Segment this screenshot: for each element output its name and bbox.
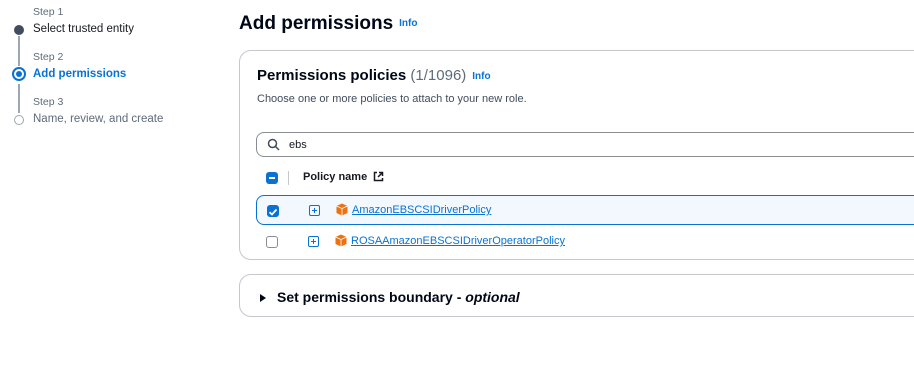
page-title: Add permissions Info — [239, 13, 417, 35]
step-title: Add permissions — [33, 68, 127, 80]
step-pending-icon — [14, 115, 24, 125]
select-all-checkbox[interactable] — [266, 172, 278, 184]
policies-description: Choose one or more policies to attach to… — [257, 93, 527, 105]
step-2: Step 2 Add permissions — [11, 51, 211, 96]
expand-icon[interactable] — [308, 236, 319, 247]
external-link-icon — [374, 171, 384, 182]
column-header-label: Policy name — [303, 171, 368, 183]
step-3: Step 3 Name, review, and create — [11, 96, 211, 141]
expand-icon[interactable] — [309, 205, 320, 216]
page-title-text: Add permissions — [239, 13, 394, 34]
row-checkbox[interactable] — [266, 236, 278, 248]
aws-policy-cube-icon — [335, 234, 347, 247]
table-header: Policy name — [256, 168, 914, 188]
search-icon — [267, 138, 280, 151]
row-checkbox[interactable] — [267, 205, 279, 217]
policy-name-link[interactable]: AmazonEBSCSIDriverPolicy — [352, 204, 491, 216]
step-1[interactable]: Step 1 Select trusted entity — [11, 6, 211, 51]
step-complete-icon — [14, 25, 24, 35]
table-row[interactable]: AmazonEBSCSIDriverPolicy — [256, 195, 914, 225]
page-info-link[interactable]: Info — [399, 18, 417, 29]
boundary-optional-text: optional — [465, 289, 520, 305]
search-input[interactable] — [287, 136, 891, 154]
table-row[interactable]: ROSAAmazonEBSCSIDriverOperatorPolicy — [256, 227, 914, 257]
wizard-steps: Step 1 Select trusted entity Step 2 Add … — [11, 6, 211, 141]
aws-policy-cube-icon — [336, 203, 348, 216]
permissions-boundary-expander[interactable]: Set permissions boundary - optional — [239, 274, 914, 317]
policy-name-link[interactable]: ROSAAmazonEBSCSIDriverOperatorPolicy — [351, 235, 565, 247]
step-number: Step 2 — [33, 51, 64, 63]
policy-search[interactable] — [256, 132, 914, 157]
policies-count: (1/1096) — [410, 67, 467, 84]
permissions-boundary-title: Set permissions boundary - optional — [277, 289, 520, 305]
caret-right-icon — [260, 294, 266, 302]
policies-title: Permissions policies — [257, 67, 407, 84]
step-number: Step 1 — [33, 6, 64, 18]
step-current-icon — [12, 67, 26, 81]
checkmark-icon — [268, 208, 278, 216]
policies-info-link[interactable]: Info — [472, 71, 490, 82]
column-divider — [288, 171, 289, 185]
step-title: Name, review, and create — [33, 113, 164, 125]
permissions-policies-container: Permissions policies (1/1096) Info Choose… — [239, 50, 914, 260]
column-header-policy-name[interactable]: Policy name — [303, 171, 384, 183]
step-title: Select trusted entity — [33, 23, 134, 35]
boundary-title-text: Set permissions boundary - — [277, 289, 466, 305]
policies-header: Permissions policies (1/1096) Info — [257, 67, 491, 84]
step-number: Step 3 — [33, 96, 64, 108]
